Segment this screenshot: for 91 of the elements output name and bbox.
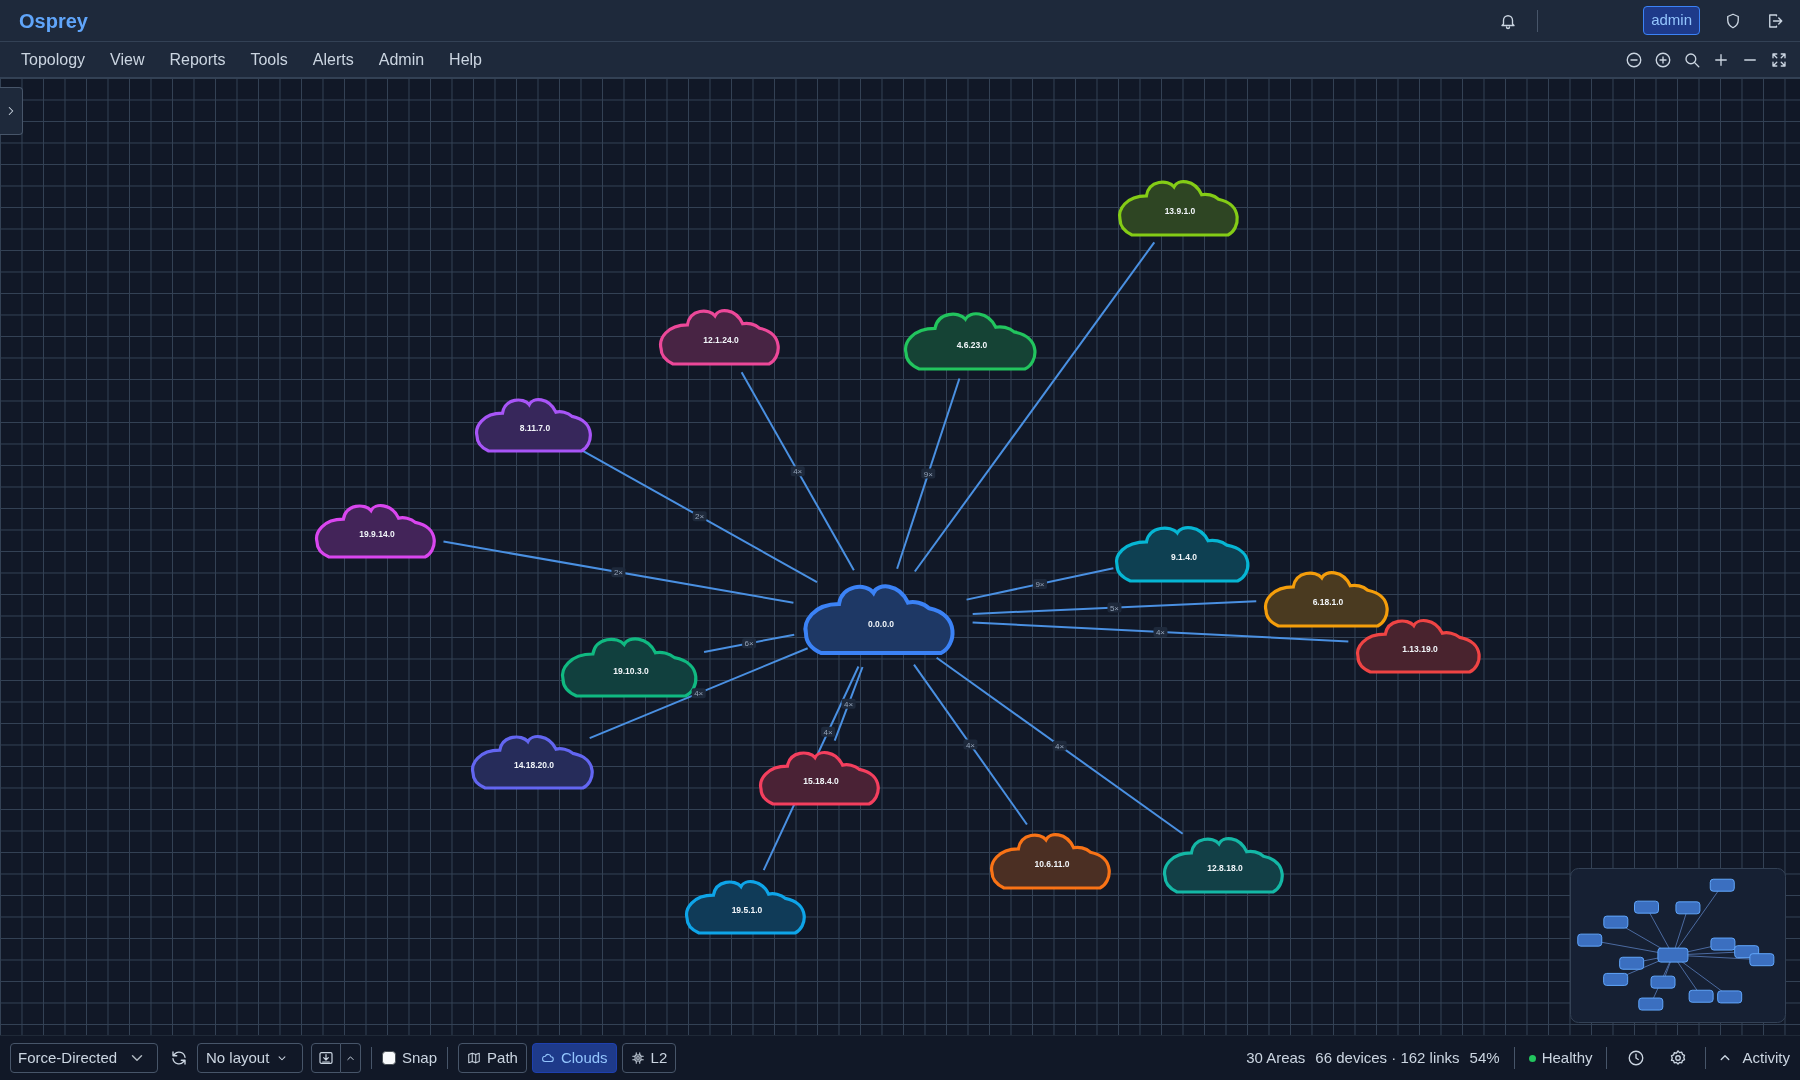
link-line[interactable] [965, 567, 1115, 601]
link-label: 4× [1153, 627, 1168, 637]
sidebar-toggle[interactable] [0, 87, 23, 135]
map-icon [467, 1051, 482, 1065]
menu-item[interactable]: Tools [250, 47, 288, 72]
view-toggle[interactable]: Clouds [531, 1043, 617, 1073]
cloud-node[interactable] [659, 309, 780, 366]
checkbox-label: Snap [402, 1047, 438, 1068]
cloud-node[interactable] [1264, 571, 1389, 628]
link-label: 4× [841, 698, 856, 709]
user-badge[interactable]: admin [1643, 6, 1700, 35]
cloud-node[interactable] [990, 833, 1111, 890]
link-line[interactable] [971, 621, 1350, 643]
link-label: 5× [1107, 602, 1122, 613]
download-icon [318, 1050, 334, 1066]
view-toggle[interactable]: Path [458, 1043, 527, 1073]
shield-icon[interactable] [1724, 11, 1742, 30]
cloud-node[interactable] [1115, 526, 1250, 583]
activity-toggle[interactable]: Activity [1716, 1049, 1790, 1067]
cloud-node[interactable] [904, 312, 1037, 371]
cloud-node[interactable] [475, 398, 592, 453]
minimap-drawing[interactable] [1570, 868, 1786, 1023]
link-line[interactable] [913, 241, 1156, 573]
chip-icon [630, 1051, 645, 1065]
link-label: 6× [742, 638, 757, 649]
menu-item[interactable]: Topology [21, 47, 86, 72]
link-line[interactable] [740, 371, 855, 572]
link-line[interactable] [896, 377, 961, 570]
area-label: 9.1.4.0 [1171, 552, 1197, 563]
area-label: 4.6.23.0 [956, 339, 988, 350]
link-line[interactable] [913, 663, 1028, 826]
save-layout-button[interactable] [311, 1043, 341, 1073]
fullscreen-icon[interactable] [1770, 50, 1788, 69]
link-label: 4× [1052, 740, 1067, 751]
link-label: 2× [692, 511, 707, 522]
menu-item[interactable]: View [110, 47, 145, 72]
menu-item[interactable]: Admin [378, 47, 425, 72]
refresh-icon[interactable] [170, 1049, 188, 1067]
app-title: Osprey [19, 8, 88, 34]
area-label: 12.1.24.0 [703, 335, 739, 346]
area-label: 8.11.7.0 [519, 423, 551, 434]
clock-icon[interactable] [1627, 1049, 1646, 1067]
cloud-node[interactable] [803, 584, 955, 655]
snap-checkbox[interactable] [382, 1051, 396, 1065]
link-label: 2× [611, 567, 626, 578]
device-link-summary: 66 devices · 162 links [1315, 1047, 1460, 1068]
link-line[interactable] [442, 540, 795, 604]
area-label: 14.18.20.0 [513, 760, 555, 771]
link-line[interactable] [971, 600, 1258, 615]
view-toggle[interactable]: L2 [621, 1043, 677, 1073]
link-label: 4× [821, 726, 836, 737]
zoom-in-icon[interactable] [1654, 50, 1672, 69]
settings-icon[interactable] [1669, 1049, 1688, 1067]
link-line[interactable] [833, 666, 864, 742]
link-label: 9× [1033, 578, 1047, 589]
link-label: 4× [691, 688, 706, 699]
cloud-node[interactable] [685, 880, 806, 935]
menu-item[interactable]: Help [449, 47, 482, 72]
link-line[interactable] [703, 633, 796, 653]
health-status: Healthy [1541, 1047, 1593, 1068]
search-icon[interactable] [1683, 50, 1701, 69]
menu-item[interactable]: Alerts [312, 47, 354, 72]
cloud-node[interactable] [1356, 619, 1481, 674]
area-label: 19.9.14.0 [359, 529, 395, 540]
zoom-out-icon[interactable] [1625, 50, 1643, 69]
logout-icon[interactable] [1766, 11, 1784, 30]
area-count: 30 Areas [1246, 1047, 1306, 1068]
cloud-node[interactable] [1118, 180, 1239, 237]
link-line[interactable] [588, 647, 809, 740]
area-label: 15.18.4.0 [803, 776, 839, 787]
link-label: 4× [963, 739, 978, 750]
area-label: 19.5.1.0 [731, 905, 763, 916]
area-label: 0.0.0.0 [868, 618, 894, 629]
cloud-icon [540, 1051, 555, 1065]
layout-dropdown[interactable]: No layout [197, 1043, 303, 1073]
link-line[interactable] [581, 449, 818, 584]
cloud-node[interactable] [315, 504, 436, 559]
layout-select[interactable]: Force-Directed [10, 1043, 158, 1073]
area-label: 12.8.18.0 [1207, 863, 1243, 874]
area-label: 10.6.11.0 [1034, 859, 1070, 870]
area-label: 13.9.1.0 [1164, 206, 1196, 217]
menu-item[interactable]: Reports [169, 47, 226, 72]
cloud-node[interactable] [471, 735, 594, 790]
area-label: 19.10.3.0 [613, 665, 649, 676]
cloud-node[interactable] [759, 751, 880, 806]
link-label: 9× [921, 468, 936, 479]
link-label: 4× [790, 466, 805, 477]
area-label: 6.18.1.0 [1312, 597, 1344, 608]
cloud-node[interactable] [1163, 837, 1284, 894]
zoom-level: 54% [1469, 1047, 1500, 1068]
area-label: 1.13.19.0 [1402, 644, 1438, 655]
